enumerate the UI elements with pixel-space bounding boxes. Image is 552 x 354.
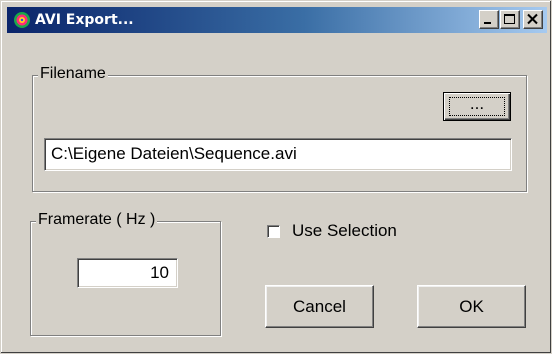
- maximize-button[interactable]: [500, 10, 520, 29]
- title-bar[interactable]: AVI Export...: [7, 7, 547, 33]
- use-selection-label[interactable]: Use Selection: [292, 221, 397, 241]
- minimize-button[interactable]: [479, 10, 499, 29]
- ok-button-label: OK: [459, 296, 484, 316]
- use-selection-checkbox[interactable]: [267, 225, 280, 238]
- browse-button[interactable]: ...: [443, 92, 511, 121]
- ok-button[interactable]: OK: [417, 285, 526, 328]
- close-button[interactable]: [523, 10, 543, 29]
- colorful-globe-icon[interactable]: [13, 11, 31, 29]
- filename-group-label: Filename: [38, 65, 108, 83]
- window-title: AVI Export...: [35, 12, 134, 28]
- browse-button-label: ...: [469, 94, 485, 114]
- filename-input[interactable]: C:\Eigene Dateien\Sequence.avi: [44, 138, 512, 171]
- cancel-button[interactable]: Cancel: [265, 285, 374, 328]
- avi-export-dialog: AVI Export... Filename ... C:\Eigene Dat…: [0, 0, 552, 354]
- framerate-group-label: Framerate ( Hz ): [36, 211, 158, 229]
- cancel-button-label: Cancel: [293, 296, 346, 316]
- framerate-input[interactable]: 10: [77, 258, 178, 288]
